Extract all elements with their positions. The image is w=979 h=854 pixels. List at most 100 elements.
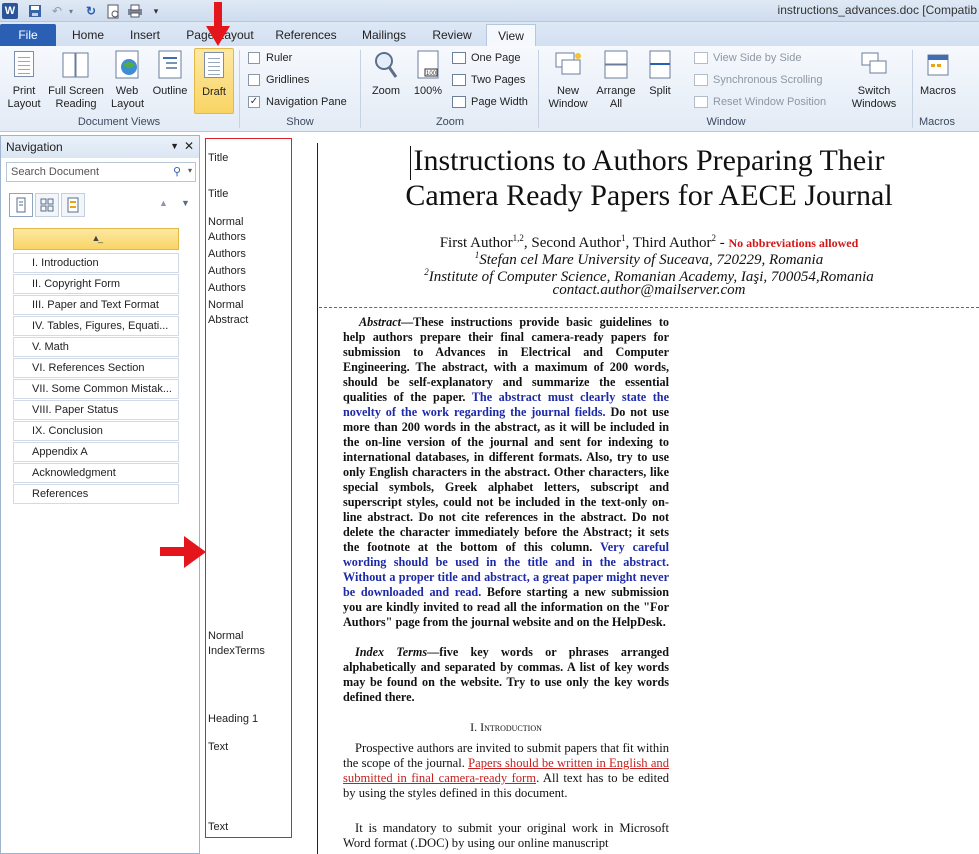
arrange-all-button[interactable]: Arrange All (594, 48, 638, 111)
nav-heading-common-mistakes[interactable]: VII. Some Common Mistak... (13, 379, 179, 399)
intro-text-3: It is mandatory to submit your original … (343, 821, 669, 850)
pane-options-icon[interactable]: ▼ (170, 141, 179, 151)
doc-title-line-1: Instructions to Authors Preparing Their (413, 144, 885, 177)
tab-references[interactable]: References (268, 24, 344, 46)
nav-heading-math[interactable]: V. Math (13, 337, 179, 357)
full-screen-reading-button[interactable]: Full Screen Reading (46, 48, 106, 111)
doc-title-line-2: Camera Ready Papers for AECE Journal (405, 179, 893, 212)
redo-icon[interactable]: ↻ (82, 2, 100, 20)
next-heading-icon[interactable]: ▼ (181, 198, 190, 208)
gridlines-checkbox[interactable]: Gridlines (248, 74, 309, 86)
show-group-label: Show (286, 116, 314, 128)
two-pages-button[interactable]: Two Pages (452, 74, 525, 86)
previous-heading-icon[interactable]: ▲ (159, 198, 168, 208)
style-name[interactable]: Authors (208, 282, 246, 294)
view-side-by-side-button[interactable]: View Side by Side (694, 52, 801, 64)
style-area-splitter[interactable] (317, 143, 318, 854)
tab-view[interactable]: View (486, 24, 536, 46)
search-document-input[interactable]: Search Document ⚲ ▾ (6, 162, 196, 182)
style-name[interactable]: Title (208, 152, 228, 164)
save-icon[interactable] (26, 2, 44, 20)
browse-headings-tab[interactable] (9, 193, 33, 217)
tab-file[interactable]: File (0, 24, 56, 46)
one-page-button[interactable]: One Page (452, 52, 521, 64)
draft-label: Draft (202, 86, 226, 98)
synchronous-scrolling-button[interactable]: Synchronous Scrolling (694, 74, 822, 86)
nav-heading-introduction[interactable]: I. Introduction (13, 253, 179, 273)
abstract-text-2: Do not use more than 200 words in the ab… (343, 405, 669, 554)
style-name[interactable]: Normal (208, 216, 243, 228)
nav-heading-acknowledgment[interactable]: Acknowledgment (13, 463, 179, 483)
page-width-icon (452, 96, 466, 108)
one-page-icon (452, 52, 466, 64)
style-name[interactable]: Text (208, 821, 228, 833)
nav-heading-conclusion[interactable]: IX. Conclusion (13, 421, 179, 441)
search-dropdown-icon[interactable]: ▾ (188, 166, 192, 175)
synchronous-scrolling-label: Synchronous Scrolling (713, 74, 823, 86)
document-area[interactable]: Instructions to Authors Preparing Their … (319, 135, 979, 854)
navigation-pane-label: Navigation Pane (266, 96, 347, 108)
style-name[interactable]: Authors (208, 231, 246, 243)
style-name[interactable]: IndexTerms (208, 645, 265, 657)
search-icon[interactable]: ⚲ (173, 165, 181, 178)
tab-review[interactable]: Review (424, 24, 480, 46)
view-side-by-side-label: View Side by Side (713, 52, 802, 64)
undo-dropdown-icon[interactable]: ▾ (66, 2, 76, 20)
nav-heading-references-section[interactable]: VI. References Section (13, 358, 179, 378)
ruler-check-box-icon (248, 52, 260, 64)
tab-home[interactable]: Home (62, 24, 114, 46)
new-window-icon (553, 48, 583, 82)
switch-windows-button[interactable]: Switch Windows (840, 48, 908, 111)
print-layout-button[interactable]: Print Layout (2, 48, 46, 111)
quick-print-icon[interactable] (126, 2, 144, 20)
style-name[interactable]: Authors (208, 265, 246, 277)
navigation-pane-check-mark-icon: ✓ (248, 96, 260, 108)
outline-button[interactable]: Outline (148, 48, 192, 98)
draft-button[interactable]: Draft (194, 48, 234, 114)
switch-windows-icon (859, 48, 889, 82)
style-name[interactable]: Heading 1 (208, 713, 258, 725)
split-button[interactable]: Split (640, 48, 680, 98)
browse-pages-tab[interactable] (35, 193, 59, 217)
ruler-checkbox[interactable]: Ruler (248, 52, 292, 64)
style-name[interactable]: Normal (208, 630, 243, 642)
collapse-heading-button[interactable]: ▲̲ (13, 228, 179, 250)
web-layout-button[interactable]: Web Layout (106, 48, 148, 111)
nav-heading-paper-status[interactable]: VIII. Paper Status (13, 400, 179, 420)
split-icon (645, 48, 675, 82)
ribbon-separator (538, 50, 539, 128)
style-name[interactable]: Abstract (208, 314, 248, 326)
tab-insert[interactable]: Insert (120, 24, 170, 46)
close-pane-icon[interactable]: ✕ (184, 139, 194, 153)
macros-group-label: Macros (918, 116, 956, 128)
page-width-button[interactable]: Page Width (452, 96, 528, 108)
browse-results-tab[interactable] (61, 193, 85, 217)
macros-button[interactable]: Macros (916, 48, 960, 98)
style-name[interactable]: Authors (208, 248, 246, 260)
nav-heading-copyright[interactable]: II. Copyright Form (13, 274, 179, 294)
tab-mailings[interactable]: Mailings (352, 24, 416, 46)
style-name[interactable]: Normal (208, 299, 243, 311)
new-window-button[interactable]: New Window (544, 48, 592, 111)
word-logo-icon[interactable]: W (2, 3, 18, 19)
contact-email: contact.author@mailserver.com (552, 282, 746, 298)
gridlines-label: Gridlines (266, 74, 310, 86)
outline-icon (155, 48, 185, 82)
customize-quick-access-icon[interactable]: ▾ (150, 2, 162, 20)
macros-icon (923, 48, 953, 82)
navigation-pane-checkbox[interactable]: ✓ Navigation Pane (248, 96, 347, 108)
style-name[interactable]: Text (208, 741, 228, 753)
red-arrow-right-annotation (160, 536, 208, 568)
undo-icon[interactable]: ↶ (48, 2, 66, 20)
print-preview-icon[interactable] (104, 2, 122, 20)
nav-heading-tables-figures[interactable]: IV. Tables, Figures, Equati... (13, 316, 179, 336)
zoom-100-button[interactable]: 100 100% (408, 48, 448, 98)
page-100-icon: 100 (413, 48, 443, 82)
reset-window-position-button[interactable]: Reset Window Position (694, 96, 826, 108)
zoom-button[interactable]: Zoom (366, 48, 406, 98)
nav-heading-references[interactable]: References (13, 484, 179, 504)
nav-heading-paper-format[interactable]: III. Paper and Text Format (13, 295, 179, 315)
nav-heading-appendix[interactable]: Appendix A (13, 442, 179, 462)
style-area-pane: Title Title Normal Authors Authors Autho… (203, 135, 318, 854)
style-name[interactable]: Title (208, 188, 228, 200)
